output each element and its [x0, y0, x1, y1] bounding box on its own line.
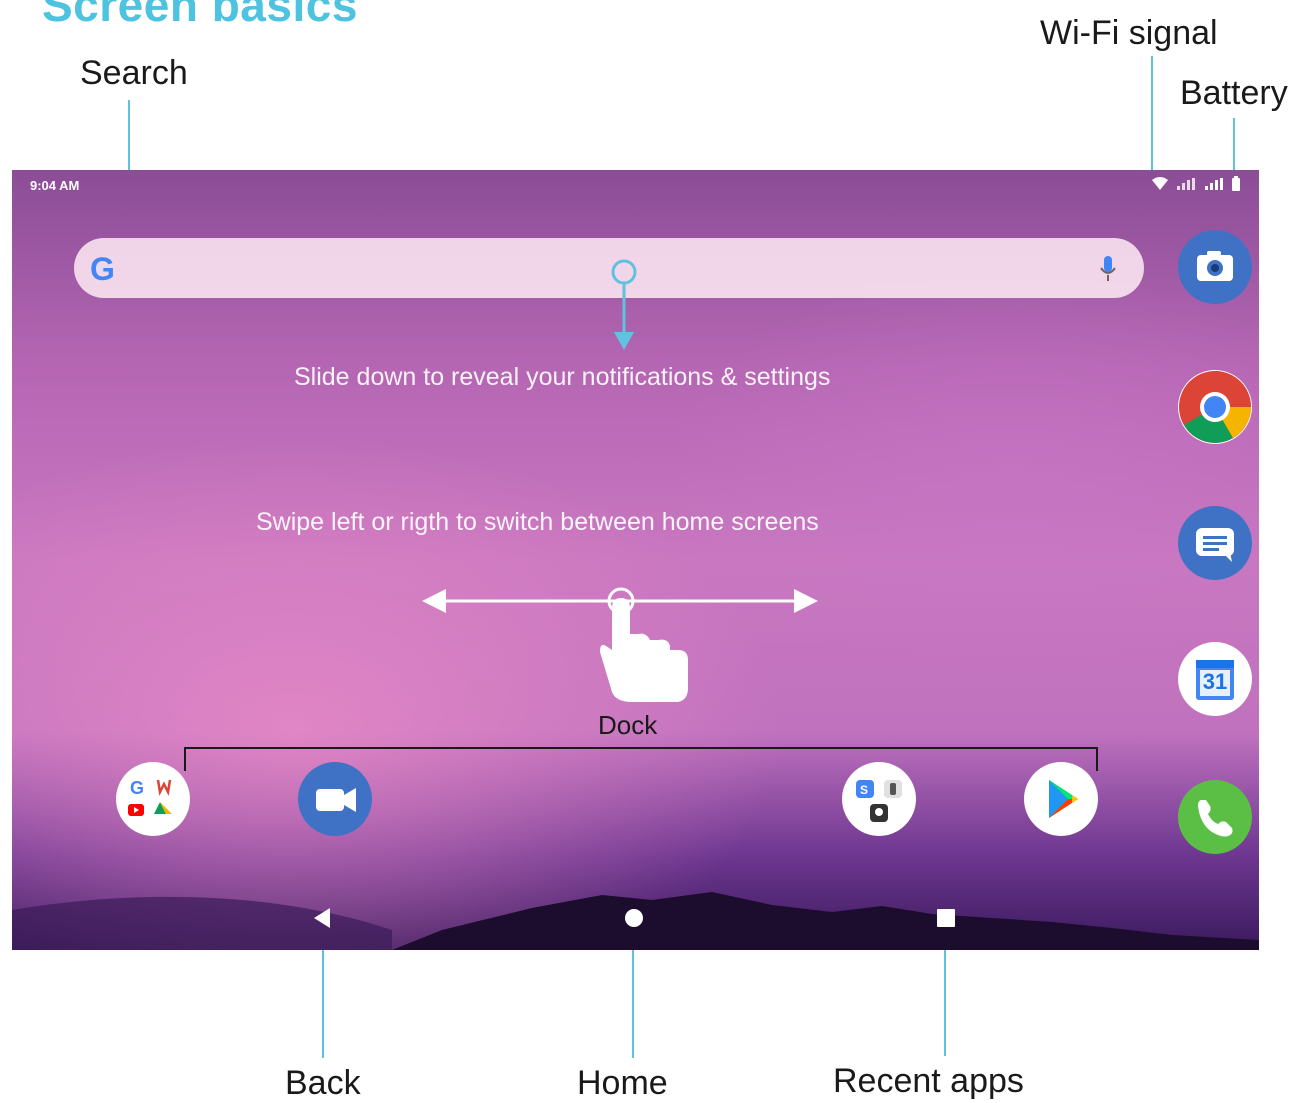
google-folder[interactable]: G — [116, 762, 190, 836]
callout-line-battery — [1233, 118, 1235, 176]
callout-home: Home — [577, 1064, 668, 1102]
home-button[interactable] — [622, 906, 646, 930]
signal-icon-2 — [1205, 178, 1223, 190]
slide-down-indicator — [611, 259, 637, 350]
callout-battery: Battery — [1180, 74, 1288, 112]
duo-app[interactable] — [298, 762, 372, 836]
camera-icon — [1197, 251, 1233, 281]
play-store-icon — [1049, 780, 1078, 818]
duo-icon — [316, 788, 356, 812]
back-button[interactable] — [310, 906, 334, 930]
camera-app[interactable] — [1178, 230, 1252, 304]
recent-apps-button[interactable] — [934, 906, 958, 930]
svg-text:G: G — [130, 778, 144, 798]
tablet-screen: 9:04 AM G Slide down to reveal your noti… — [12, 170, 1259, 950]
phone-icon — [1198, 800, 1233, 837]
dock-label: Dock — [598, 710, 658, 740]
hint-swipe: Swipe left or rigth to switch between ho… — [256, 508, 819, 536]
signal-icon — [1177, 178, 1195, 190]
google-logo: G — [90, 251, 115, 287]
wifi-icon — [1152, 177, 1168, 190]
swipe-gesture — [422, 587, 818, 702]
messages-icon — [1196, 528, 1234, 562]
calendar-day: 31 — [1202, 669, 1228, 694]
google-folder-icon: G — [128, 778, 172, 816]
hand-icon — [600, 598, 688, 702]
mic-icon[interactable] — [1100, 256, 1116, 282]
callout-wifi: Wi-Fi signal — [1040, 14, 1218, 52]
status-time: 9:04 AM — [30, 178, 80, 193]
callout-back: Back — [285, 1064, 361, 1102]
hint-slide-down: Slide down to reveal your notifications … — [294, 363, 831, 391]
play-store-app[interactable] — [1024, 762, 1098, 836]
phone-app[interactable] — [1178, 780, 1252, 854]
folder-icon: S — [856, 780, 902, 822]
page-title: Screen basics — [42, 0, 358, 31]
chrome-app[interactable] — [1178, 370, 1252, 444]
chrome-icon — [1179, 371, 1251, 443]
status-icons — [1151, 176, 1241, 192]
battery-icon — [1232, 176, 1240, 191]
svg-text:S: S — [860, 783, 868, 797]
calendar-app[interactable]: 31 — [1178, 642, 1252, 716]
messages-app[interactable] — [1178, 506, 1252, 580]
callout-recent-apps: Recent apps — [833, 1062, 1024, 1100]
callout-line-wifi — [1151, 56, 1153, 176]
apps-folder[interactable]: S — [842, 762, 916, 836]
callout-search: Search — [80, 54, 188, 92]
